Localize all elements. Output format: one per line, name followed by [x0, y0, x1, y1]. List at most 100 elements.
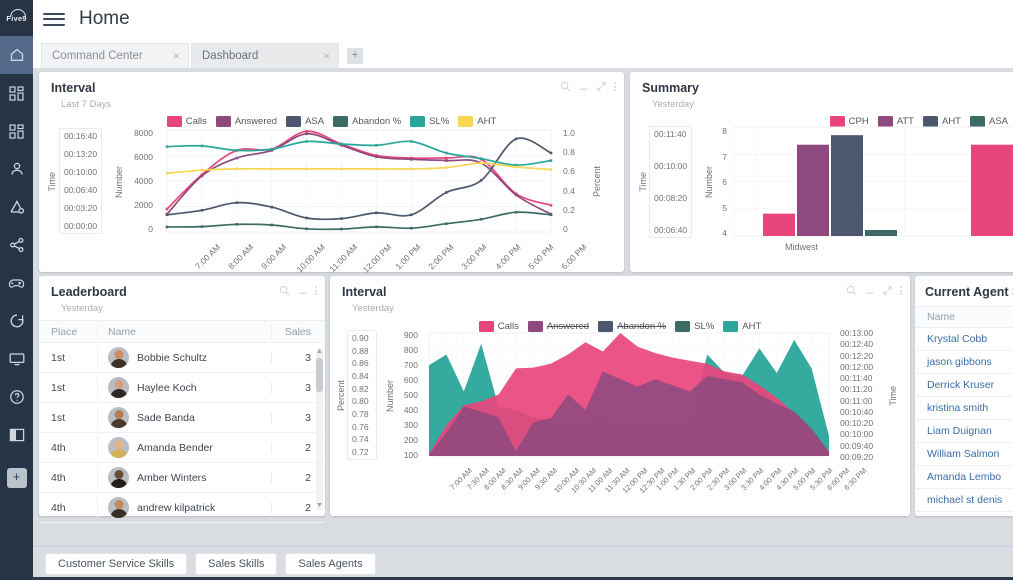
- axis-tick-x: 4:00 PM: [492, 242, 523, 272]
- table-row[interactable]: 1st Haylee Koch 3: [39, 373, 325, 403]
- minimize-icon[interactable]: [864, 285, 875, 296]
- leaderboard-scrollbar[interactable]: ▲ ▼: [316, 348, 323, 510]
- five9-logo: Five9: [0, 0, 33, 36]
- axis-title-time: Time: [888, 386, 898, 406]
- axis-tick-x: 5:00 PM: [526, 242, 556, 272]
- sidebar-item-reports[interactable]: [0, 112, 33, 150]
- axis-title-number: Number: [385, 379, 395, 412]
- sidebar-item-agents[interactable]: [0, 150, 33, 188]
- chart-plot-area: Time 00:11:40 00:10:00 00:08:20 00:06:40 Nu…: [630, 124, 1013, 272]
- sidebar-item-gamification[interactable]: [0, 264, 33, 302]
- agent-name: Amber Winters: [137, 471, 207, 484]
- sidebar-item-refresh[interactable]: [0, 302, 33, 340]
- list-item[interactable]: Richard Littlejohn: [915, 512, 1013, 516]
- table-row[interactable]: 4th Amanda Bender 2: [39, 433, 325, 463]
- left-nav-rail: Five9 +: [0, 0, 33, 580]
- panel-interval-bottom: Interval Yesterday Calls Answered Abando…: [330, 276, 910, 516]
- agent-table: Name Krystal Cobb jason gibbons Derrick Kr…: [915, 306, 1013, 516]
- axis-tick-x: 10:00 AM: [294, 242, 327, 275]
- more-options-icon[interactable]: [900, 286, 902, 295]
- axis-tick: 00:12:20: [840, 350, 874, 361]
- panel-title: Interval: [51, 81, 96, 95]
- axis-tick: 0: [148, 224, 153, 234]
- panel-toolbar: [279, 285, 317, 296]
- axis-tick: 6: [722, 177, 727, 187]
- list-item[interactable]: Krystal Cobb: [915, 328, 1013, 351]
- add-tab-button[interactable]: +: [347, 48, 363, 64]
- search-icon[interactable]: [846, 285, 857, 296]
- sidebar-item-help[interactable]: [0, 378, 33, 416]
- axis-tick: 0.90: [352, 333, 369, 343]
- close-icon[interactable]: ×: [323, 49, 330, 63]
- search-icon[interactable]: [560, 81, 571, 92]
- axis-tick: 7: [722, 151, 727, 162]
- axis-tick-x: 2:00 PM: [426, 242, 456, 272]
- axis-tick: 00:10:00: [64, 167, 98, 177]
- cell-place: 1st: [51, 381, 66, 394]
- bottom-tab-sales-agents[interactable]: Sales Agents: [285, 552, 376, 575]
- panel-summary: Summary Yesterday CPH ATT AHT ASA Time 0…: [630, 72, 1013, 272]
- more-options-icon[interactable]: [614, 82, 616, 91]
- column-header-name: Name: [927, 311, 956, 323]
- table-row[interactable]: 1st Sade Banda 3: [39, 403, 325, 433]
- cell-place: 4th: [51, 441, 66, 454]
- axis-tick-x: 9:00 AM: [259, 242, 289, 272]
- table-row[interactable]: 1st Bobbie Schultz 3: [39, 343, 325, 373]
- list-item[interactable]: Derrick Kruser: [915, 374, 1013, 397]
- expand-icon[interactable]: [596, 81, 607, 92]
- list-item[interactable]: michael st denis: [915, 489, 1013, 512]
- axis-title-number: Number: [704, 165, 714, 198]
- user-icon: [9, 161, 25, 177]
- panel-toolbar: [560, 81, 616, 92]
- question-circle-icon: [9, 389, 25, 405]
- sidebar-item-share[interactable]: [0, 226, 33, 264]
- bottom-tab-customer-service-skills[interactable]: Customer Service Skills: [45, 552, 188, 575]
- bottom-tab-sales-skills[interactable]: Sales Skills: [195, 552, 278, 575]
- bottom-tab-bar: Customer Service Skills Sales Skills Sal…: [33, 546, 1013, 580]
- axis-tick: 5: [722, 202, 727, 213]
- minimize-icon[interactable]: [578, 81, 589, 92]
- page-title: Home: [79, 8, 130, 29]
- sidebar-item-dashboard[interactable]: [0, 74, 33, 112]
- axis-title-percent: Percent: [592, 166, 602, 198]
- list-item[interactable]: jason gibbons: [915, 351, 1013, 374]
- sidebar-item-layout[interactable]: [0, 416, 33, 454]
- scrollbar-thumb[interactable]: [316, 358, 323, 392]
- sidebar-item-home[interactable]: [0, 36, 33, 74]
- axis-ticks-time: 00:11:40 00:10:00 00:08:20 00:06:40: [649, 126, 693, 238]
- expand-icon[interactable]: [882, 285, 893, 296]
- share-icon: [9, 237, 25, 253]
- tab-dashboard[interactable]: Dashboard ×: [191, 43, 339, 68]
- axis-tick: 500: [403, 390, 418, 400]
- cell-name: Amanda Bender: [97, 437, 271, 458]
- table-row[interactable]: 4th andrew kilpatrick 2: [39, 493, 325, 523]
- table-row[interactable]: 4th Amber Winters 2: [39, 463, 325, 493]
- axis-tick: 00:10:40: [840, 406, 874, 417]
- close-icon[interactable]: ×: [173, 49, 180, 63]
- axis-ticks-percent: 1.0 0.8 0.6 0.4 0.2 0: [563, 128, 587, 234]
- axis-tick-x: Midwest: [785, 242, 819, 252]
- list-item[interactable]: kristina smith: [915, 397, 1013, 420]
- list-item[interactable]: William Salmon: [915, 443, 1013, 466]
- cell-name: Bobbie Schultz: [97, 347, 271, 368]
- add-widget-button[interactable]: +: [6, 468, 27, 488]
- list-item[interactable]: Liam Duignan: [915, 420, 1013, 443]
- tab-label: Dashboard: [202, 50, 259, 62]
- axis-tick: 00:12:00: [840, 361, 874, 372]
- hamburger-menu-icon[interactable]: [43, 8, 65, 30]
- minimize-icon[interactable]: [297, 285, 308, 296]
- search-icon[interactable]: [279, 285, 290, 296]
- list-item[interactable]: Amanda Lembo: [915, 466, 1013, 489]
- axis-tick-x: 3:00 PM: [459, 242, 490, 272]
- app-root: Five9 + Home Command Center × Dashboard …: [0, 0, 1013, 580]
- scroll-down-icon[interactable]: ▼: [316, 502, 323, 510]
- column-header-name: Name: [97, 324, 271, 339]
- axis-ticks-number: 8 7 6 5 4: [715, 126, 727, 238]
- scroll-up-icon[interactable]: ▲: [316, 348, 323, 356]
- tab-command-center[interactable]: Command Center ×: [41, 43, 189, 68]
- sidebar-item-configuration[interactable]: [0, 188, 33, 226]
- bar-chart-svg: [733, 126, 1013, 237]
- more-options-icon[interactable]: [315, 286, 317, 295]
- tab-label: Command Center: [52, 50, 143, 62]
- sidebar-item-monitor[interactable]: [0, 340, 33, 378]
